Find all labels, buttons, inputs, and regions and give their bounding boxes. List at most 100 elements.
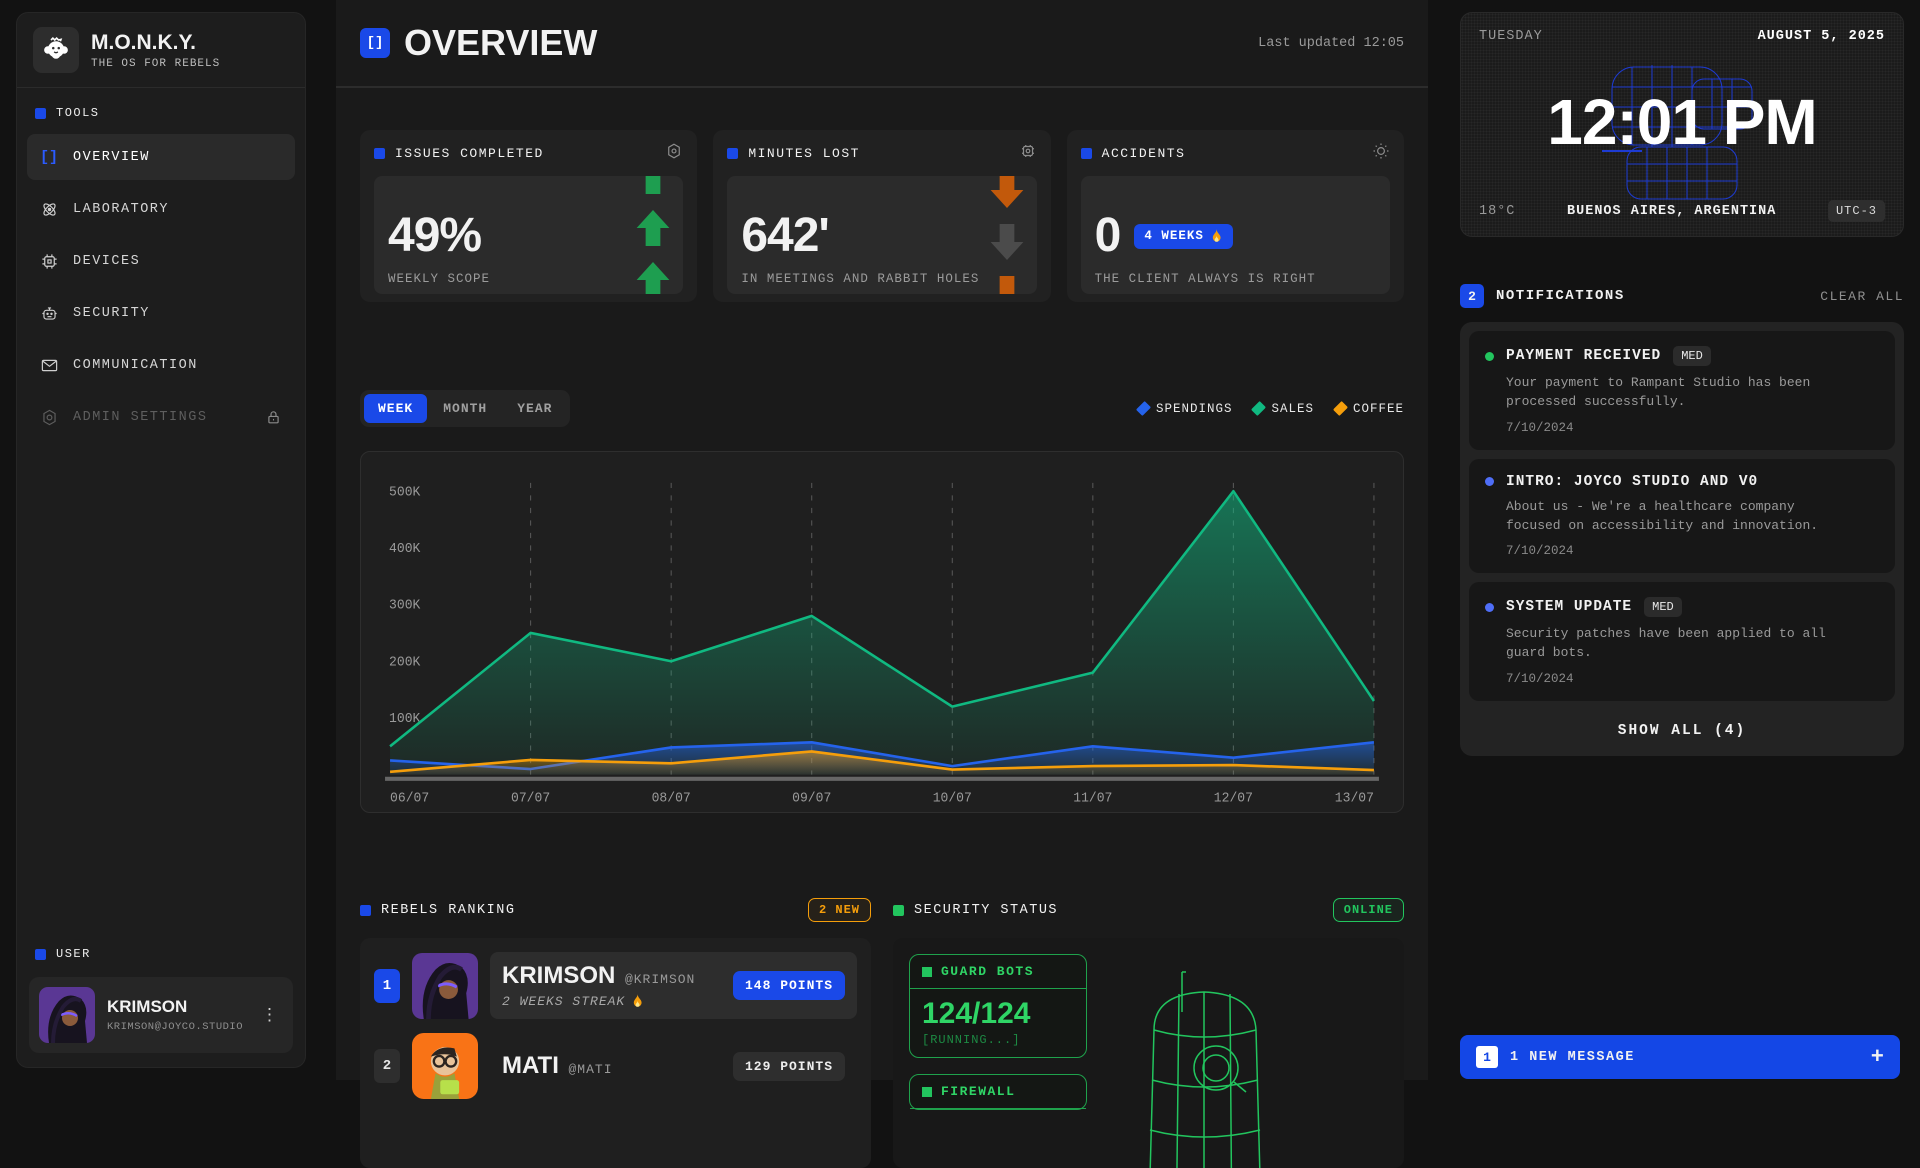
location: BUENOS AIRES, ARGENTINA bbox=[1515, 204, 1828, 219]
weekday: TUESDAY bbox=[1479, 29, 1543, 44]
status-dot-icon bbox=[1485, 603, 1494, 612]
temperature: 18°C bbox=[1479, 204, 1515, 219]
diamond-icon bbox=[1136, 401, 1151, 416]
rank-name: KRIMSON bbox=[502, 962, 615, 989]
legend-spendings[interactable]: SPENDINGS bbox=[1139, 402, 1233, 416]
sidebar-item-security[interactable]: SECURITY bbox=[27, 290, 295, 336]
notification-system-update[interactable]: SYSTEM UPDATE MED Security patches have … bbox=[1469, 582, 1895, 701]
card-marker-icon bbox=[1081, 148, 1092, 159]
card-marker-icon bbox=[893, 905, 904, 916]
rank-name: MATI bbox=[502, 1052, 559, 1079]
gear-icon[interactable] bbox=[665, 142, 683, 164]
notification-intro-joyco[interactable]: INTRO: JOYCO STUDIO AND V0 About us - We… bbox=[1469, 459, 1895, 574]
notification-body: Your payment to Rampant Studio has been … bbox=[1506, 374, 1846, 412]
card-marker-icon bbox=[374, 148, 385, 159]
fire-icon bbox=[631, 994, 644, 1009]
section-marker-icon bbox=[35, 949, 46, 960]
trend-up-arrows-icon bbox=[635, 176, 671, 294]
sidebar-item-overview[interactable]: [] OVERVIEW bbox=[27, 134, 295, 180]
diamond-icon bbox=[1333, 401, 1348, 416]
user-avatar bbox=[39, 987, 95, 1043]
streak-badge: 4 WEEKS bbox=[1134, 224, 1233, 249]
clock-time: 12:01 PM bbox=[1461, 85, 1903, 159]
tab-week[interactable]: WEEK bbox=[364, 394, 427, 423]
svg-text:12/07: 12/07 bbox=[1214, 791, 1253, 806]
ranking-title: REBELS RANKING bbox=[381, 903, 515, 918]
page-title-icon: [] bbox=[360, 28, 390, 58]
nut-icon bbox=[39, 408, 59, 427]
status-dot-icon bbox=[1485, 352, 1494, 361]
new-message-bar[interactable]: 1 1 NEW MESSAGE + bbox=[1460, 1035, 1900, 1079]
points-badge: 129 POINTS bbox=[733, 1052, 845, 1081]
guard-bots-status: [RUNNING...] bbox=[910, 1033, 1086, 1057]
stat-caption: WEEKLY SCOPE bbox=[388, 272, 669, 286]
user-section-label: USER bbox=[17, 929, 305, 971]
security-terminal: GUARD BOTS 124/124 [RUNNING...] FIREWALL bbox=[893, 938, 1404, 1168]
sidebar-item-devices[interactable]: DEVICES bbox=[27, 238, 295, 284]
chart-controls: WEEK MONTH YEAR SPENDINGS SALES COFFEE bbox=[360, 390, 1404, 427]
robot-icon bbox=[39, 304, 59, 323]
notifications-title: NOTIFICATIONS bbox=[1496, 288, 1625, 304]
svg-text:100K: 100K bbox=[389, 711, 420, 726]
green-marker-icon bbox=[922, 967, 932, 977]
kebab-menu-icon[interactable]: ⋮ bbox=[255, 1005, 284, 1026]
page-header: [] OVERVIEW Last updated 12:05 bbox=[336, 0, 1428, 88]
user-card[interactable]: KRIMSON KRIMSON@JOYCO.STUDIO ⋮ bbox=[29, 977, 293, 1053]
stat-cards-row: ISSUES COMPLETED 49% WEEKLY SCOPE bbox=[360, 130, 1404, 302]
notification-payment-received[interactable]: PAYMENT RECEIVED MED Your payment to Ram… bbox=[1469, 331, 1895, 450]
legend-coffee[interactable]: COFFEE bbox=[1336, 402, 1404, 416]
ranking-row-2[interactable]: 2 MATI @MATI bbox=[374, 1033, 857, 1099]
guard-bots-box: GUARD BOTS 124/124 [RUNNING...] bbox=[909, 954, 1087, 1058]
sidebar-item-communication[interactable]: COMMUNICATION bbox=[27, 342, 295, 388]
tab-month[interactable]: MONTH bbox=[429, 394, 501, 423]
wireframe-tower-graphic bbox=[1124, 960, 1284, 1168]
user-name: KRIMSON bbox=[107, 997, 243, 1017]
cog-icon[interactable] bbox=[1372, 142, 1390, 164]
priority-badge: MED bbox=[1673, 346, 1711, 366]
ranking-row-1[interactable]: 1 KRIMSON @KRIMSON 2 W bbox=[374, 952, 857, 1019]
chart-canvas: 100K200K300K400K500K06/0707/0708/0709/07… bbox=[375, 462, 1389, 808]
sidebar-item-laboratory[interactable]: LABORATORY bbox=[27, 186, 295, 232]
stat-title: ACCIDENTS bbox=[1102, 146, 1186, 161]
stat-card-issues-completed: ISSUES COMPLETED 49% WEEKLY SCOPE bbox=[360, 130, 697, 302]
stat-value: 0 4 WEEKS bbox=[1095, 212, 1376, 260]
svg-text:300K: 300K bbox=[389, 598, 420, 613]
clear-all-button[interactable]: CLEAR ALL bbox=[1820, 289, 1904, 304]
notification-body: Security patches have been applied to al… bbox=[1506, 625, 1846, 663]
firewall-box: FIREWALL bbox=[909, 1074, 1087, 1110]
svg-text:08/07: 08/07 bbox=[652, 791, 691, 806]
svg-text:10/07: 10/07 bbox=[933, 791, 972, 806]
chip-gear-icon[interactable] bbox=[1019, 142, 1037, 164]
stat-title: MINUTES LOST bbox=[748, 146, 860, 161]
stat-body: 642' IN MEETINGS AND RABBIT HOLES bbox=[727, 176, 1036, 294]
rebels-ranking-card: REBELS RANKING 2 NEW 1 KRI bbox=[360, 896, 871, 1168]
clock-widget: TUESDAY AUGUST 5, 2025 12:01 PM 18°C BUE… bbox=[1460, 12, 1904, 237]
svg-text:400K: 400K bbox=[389, 541, 420, 556]
brackets-icon: [] bbox=[39, 149, 59, 166]
sidebar-item-admin-settings[interactable]: ADMIN SETTINGS bbox=[27, 394, 295, 440]
security-status-card: SECURITY STATUS ONLINE GUARD BOTS 124/12… bbox=[893, 896, 1404, 1168]
priority-badge: MED bbox=[1644, 597, 1682, 617]
sidebar-nav: [] OVERVIEW LABORATORY DEVICES bbox=[17, 130, 305, 444]
stat-card-minutes-lost: MINUTES LOST 642' IN MEETINGS AND RABBIT… bbox=[713, 130, 1050, 302]
app-tagline: THE OS FOR REBELS bbox=[91, 58, 220, 70]
bottom-cards-row: REBELS RANKING 2 NEW 1 KRI bbox=[360, 896, 1404, 1168]
points-badge: 148 POINTS bbox=[733, 971, 845, 1000]
stat-caption: IN MEETINGS AND RABBIT HOLES bbox=[741, 272, 1022, 286]
tools-section-label: TOOLS bbox=[17, 88, 305, 130]
page-title: OVERVIEW bbox=[404, 22, 597, 64]
ranking-list: 1 KRIMSON @KRIMSON 2 W bbox=[360, 938, 871, 1168]
stat-value: 49% bbox=[388, 212, 669, 260]
legend-sales[interactable]: SALES bbox=[1254, 402, 1314, 416]
status-dot-icon bbox=[1485, 477, 1494, 486]
tab-year[interactable]: YEAR bbox=[503, 394, 566, 423]
stat-body: 0 4 WEEKS THE CLIENT ALWAYS IS RIGHT bbox=[1081, 176, 1390, 294]
svg-text:13/07: 13/07 bbox=[1335, 791, 1374, 806]
rank-badge: 1 bbox=[374, 969, 400, 1003]
left-sidebar: M.O.N.K.Y. THE OS FOR REBELS TOOLS [] OV… bbox=[16, 12, 306, 1068]
plus-icon[interactable]: + bbox=[1871, 1045, 1884, 1070]
area-chart: 100K200K300K400K500K06/0707/0708/0709/07… bbox=[360, 451, 1404, 813]
message-count-badge: 1 bbox=[1476, 1046, 1498, 1068]
show-all-button[interactable]: SHOW ALL (4) bbox=[1469, 710, 1895, 747]
rank-handle: @KRIMSON bbox=[625, 972, 695, 987]
